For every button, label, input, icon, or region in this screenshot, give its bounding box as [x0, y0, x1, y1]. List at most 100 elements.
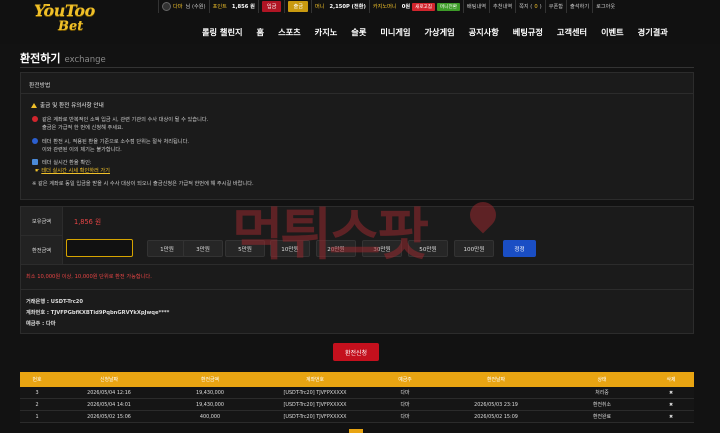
nav-item-home[interactable]: 홈 — [250, 26, 272, 38]
cell-account: [USDT-Trc20] TJVFPXXXXX — [283, 413, 347, 420]
casino-money: 카지노머니 0원 새로고침 머니전환 — [368, 0, 463, 13]
withdraw-seg: 출금 — [284, 0, 311, 13]
cell-amount: 400,000 — [199, 413, 221, 420]
method-line-3: 테더 환전 시, 적용된 환율 기준으로 소수점 단위는 절삭 처리됩니다. — [42, 139, 189, 145]
col-holder: 예금주 — [398, 377, 412, 383]
quick-300000-button[interactable]: 30만원 — [362, 240, 402, 257]
logout-link[interactable]: 로그아웃 — [592, 0, 618, 13]
cell-number: 3 — [35, 389, 39, 396]
page-title-text: 환전하기 — [20, 52, 61, 65]
cell-status: 환전취소 — [593, 402, 611, 408]
cell-exchange-date: 2026/05/03 23:19 — [474, 401, 518, 408]
minimum-notice: 최소 10,000원 이상, 10,000원 단위로 환전 가능합니다. — [26, 274, 152, 280]
tether-rate-link[interactable]: ☛ 테더 실시간 시세 확인하러 가기 — [35, 167, 110, 174]
nav-item-notice[interactable]: 공지사항 — [462, 26, 506, 38]
cell-account: [USDT-Trc20] TJVFPXXXXX — [283, 389, 347, 396]
cell-amount: 19,430,000 — [195, 401, 224, 408]
balance-label: 보유금액 — [21, 207, 63, 235]
quick-10000-button[interactable]: 1만원 — [147, 240, 187, 257]
col-delete: 삭제 — [666, 377, 676, 383]
notes-link[interactable]: 쪽지 ( 0 ) — [515, 0, 545, 13]
correct-button[interactable]: 정정 — [503, 240, 536, 257]
deposit-button[interactable]: 입금 — [261, 1, 282, 12]
quick-1000000-button[interactable]: 100만원 — [454, 240, 494, 257]
refresh-badge[interactable]: 새로고침 — [412, 2, 436, 11]
convert-badge[interactable]: 머니전환 — [437, 2, 460, 11]
delete-icon[interactable]: ✖ — [648, 414, 694, 420]
refresh-icon — [32, 138, 38, 144]
casino-value: 0원 — [401, 4, 411, 10]
amount-input[interactable] — [66, 239, 133, 257]
cell-number: 2 — [35, 401, 39, 408]
col-request-date: 신청날짜 — [100, 377, 118, 383]
quick-50000-button[interactable]: 5만원 — [225, 240, 265, 257]
notes-close: ) — [539, 3, 542, 10]
col-amount: 환전금액 — [201, 377, 219, 383]
submit-exchange-button[interactable]: 환전신청 — [333, 343, 379, 361]
nav-item-virtual[interactable]: 가상게임 — [418, 26, 462, 38]
nav-item-minigame[interactable]: 미니게임 — [373, 26, 417, 38]
divider — [21, 264, 693, 265]
attendance-link[interactable]: 출석하기 — [566, 0, 592, 13]
delete-icon[interactable]: ✖ — [648, 390, 694, 396]
cell-holder: 다마 — [400, 414, 410, 420]
cell-status: 환전완료 — [593, 414, 611, 420]
tether-rate-link-text[interactable]: 테더 실시간 시세 확인하러 가기 — [41, 168, 110, 174]
user-level: 다마 님 (수원) — [158, 0, 209, 13]
quick-500000-button[interactable]: 50만원 — [408, 240, 448, 257]
cell-request-date: 2026/05/04 12:16 — [87, 389, 131, 396]
amount-label: 환전금액 — [21, 235, 63, 264]
notes-label: 쪽지 ( — [519, 4, 533, 10]
holder-info: 예금주 : 다마 — [26, 321, 56, 327]
main-nav: 롤링 챌린지 홈 스포츠 카지노 슬롯 미니게임 가상게임 공지사항 베팅규정 … — [195, 26, 675, 38]
nav-item-slot[interactable]: 슬롯 — [344, 26, 373, 38]
page-subtitle: exchange — [64, 55, 106, 65]
divider — [20, 67, 694, 68]
money-value[interactable]: 2,150P (전환) — [330, 3, 366, 10]
method-subtitle-text: 출금 및 환전 유의사항 안내 — [40, 103, 104, 109]
nav-item-rolling[interactable]: 롤링 챌린지 — [195, 26, 250, 38]
cell-exchange-date: 2026/05/02 15:09 — [474, 413, 518, 420]
nav-item-support[interactable]: 고객센터 — [550, 26, 594, 38]
cell-request-date: 2026/05/04 14:01 — [87, 401, 131, 408]
method-line-5: 테더 실시간 환율 확인: — [42, 160, 92, 166]
chart-icon — [32, 159, 38, 165]
nav-item-sports[interactable]: 스포츠 — [271, 26, 308, 38]
exchange-history-table: 번호 신청날짜 환전금액 계좌번호 예금주 환전날짜 상태 삭제 3 2026/… — [20, 372, 694, 423]
col-account: 계좌번호 — [306, 377, 324, 383]
brand-logo[interactable]: YouToo Bet — [24, 0, 95, 42]
exchange-method-panel: 환전방법 출금 및 환전 유의사항 안내 같은 계좌로 반복적인 소액 입금 시… — [20, 72, 694, 200]
pagination-current[interactable] — [349, 429, 363, 433]
col-exchange-date: 환전날짜 — [487, 377, 505, 383]
brand-line2: Bet — [58, 19, 84, 34]
nav-item-results[interactable]: 경기결과 — [631, 26, 675, 38]
money-label: 머니 — [314, 4, 325, 10]
nav-item-event[interactable]: 이벤트 — [594, 26, 631, 38]
method-line-2: 출금은 가급적 한 번에 신청해 주세요. — [42, 125, 124, 131]
exchange-form: 보유금액 1,856 원 환전금액 1만원 3만원 5만원 10만원 20만원 … — [20, 206, 694, 334]
warning-icon — [31, 102, 37, 108]
table-row: 1 2026/05/02 15:06 400,000 [USDT-Trc20] … — [20, 411, 694, 423]
coupon-link[interactable]: 쿠폰함 — [544, 0, 566, 13]
method-header: 환전방법 — [21, 73, 693, 94]
money-display: 머니 2,150P (전환) — [310, 0, 369, 13]
notes-count: 0 — [534, 3, 538, 10]
recommend-link[interactable]: 추천내역 — [489, 0, 515, 13]
col-number: 번호 — [32, 377, 42, 383]
table-header: 번호 신청날짜 환전금액 계좌번호 예금주 환전날짜 상태 삭제 — [20, 372, 694, 387]
quick-30000-button[interactable]: 3만원 — [183, 240, 223, 257]
cell-amount: 19,430,000 — [195, 389, 224, 396]
user-name: 다마 — [173, 4, 183, 10]
quick-100000-button[interactable]: 10만원 — [270, 240, 310, 257]
nav-item-casino[interactable]: 카지노 — [308, 26, 345, 38]
quick-200000-button[interactable]: 20만원 — [316, 240, 356, 257]
delete-icon[interactable]: ✖ — [648, 402, 694, 408]
nav-item-rules[interactable]: 베팅규정 — [506, 26, 550, 38]
table-row: 3 2026/05/04 12:16 19,430,000 [USDT-Trc2… — [20, 387, 694, 399]
user-bar: 다마 님 (수원) 포인트 1,856 원 입금 출금 머니 2,150P (전… — [158, 0, 618, 13]
withdraw-button[interactable]: 출금 — [288, 1, 308, 12]
deposit-seg: 입금 — [257, 0, 285, 13]
betting-history-link[interactable]: 배팅내역 — [462, 0, 489, 13]
casino-label: 카지노머니 — [372, 4, 397, 10]
point-display: 포인트 1,856 원 — [208, 0, 258, 13]
